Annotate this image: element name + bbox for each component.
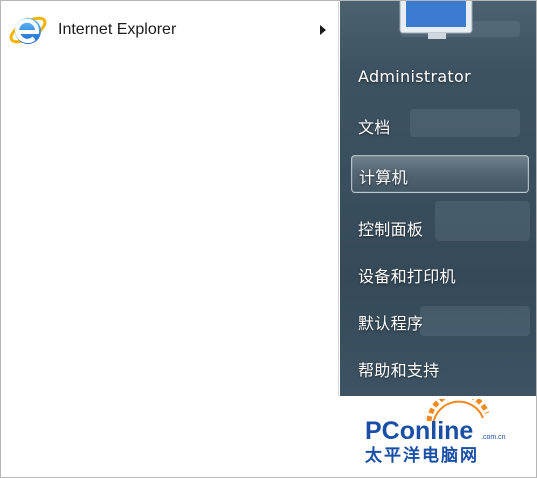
menu-item-label: 文档 — [358, 118, 391, 137]
menu-item-label: 计算机 — [359, 168, 408, 187]
menu-item-computer[interactable]: 计算机 — [351, 155, 529, 193]
menu-item-default-programs[interactable]: 默认程序 — [358, 310, 423, 334]
programs-pane: Internet Explorer — [2, 2, 339, 396]
menu-item-label: 控制面板 — [358, 220, 424, 239]
menu-item-documents[interactable]: 文档 — [358, 114, 391, 138]
background-blur — [420, 306, 530, 336]
watermark-domain-text: .com.cn — [481, 434, 506, 441]
pconline-watermark-logo: PConline .com.cn 太平洋电脑网 — [365, 399, 506, 466]
computer-monitor-icon — [399, 1, 473, 39]
menu-item-control-panel[interactable]: 控制面板 — [358, 216, 423, 240]
start-menu: Internet Explorer Administrator 文档 计算机 控… — [0, 0, 537, 478]
program-label: Internet Explorer — [58, 21, 177, 38]
menu-item-devices-printers[interactable]: 设备和打印机 — [358, 263, 456, 287]
program-internet-explorer[interactable]: Internet Explorer — [6, 8, 332, 52]
menu-item-label: 设备和打印机 — [358, 267, 456, 286]
background-blur — [435, 201, 530, 241]
menu-item-label: 默认程序 — [358, 314, 424, 333]
menu-item-help-support[interactable]: 帮助和支持 — [358, 357, 440, 381]
user-name-label: Administrator — [358, 67, 471, 86]
chevron-right-icon[interactable] — [318, 24, 328, 36]
watermark-chinese-text: 太平洋电脑网 — [365, 445, 479, 466]
menu-item-label: 帮助和支持 — [358, 361, 440, 380]
background-blur — [410, 109, 520, 137]
internet-explorer-icon — [8, 10, 48, 50]
watermark-brand-text: PConline — [365, 417, 473, 445]
places-pane: Administrator 文档 计算机 控制面板 设备和打印机 默认程序 帮助… — [340, 1, 536, 396]
user-name[interactable]: Administrator — [358, 67, 471, 86]
